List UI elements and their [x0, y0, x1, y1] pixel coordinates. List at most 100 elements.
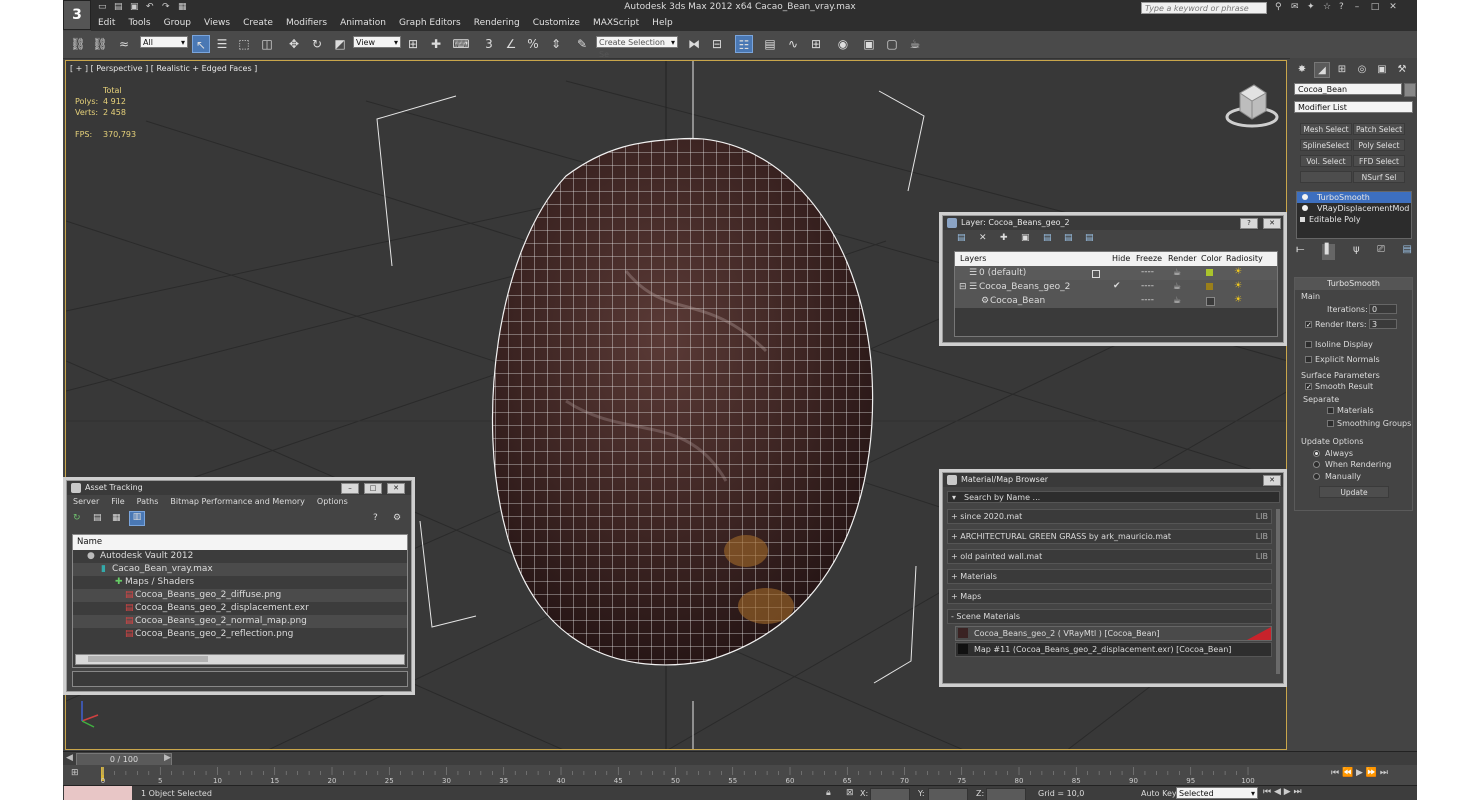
minimize-icon[interactable]: –: [341, 483, 359, 494]
pivot-center-icon[interactable]: ⊞: [404, 35, 422, 53]
pin-stack-icon[interactable]: ⟝: [1296, 244, 1304, 260]
mesh-select-button[interactable]: Mesh Select: [1300, 123, 1352, 135]
snaps-toggle-icon[interactable]: 3: [480, 35, 498, 53]
asset-path-field[interactable]: [72, 671, 408, 687]
asset-horizontal-scrollbar[interactable]: [75, 654, 405, 665]
layer-color-swatch[interactable]: [1206, 283, 1213, 290]
rectangular-selection-icon[interactable]: ⬚: [235, 35, 253, 53]
settings-icon[interactable]: ⚙: [393, 513, 401, 523]
modifier-list-dropdown[interactable]: Modifier List: [1294, 101, 1413, 113]
undo-icon[interactable]: ↶: [146, 2, 156, 12]
manually-radio[interactable]: [1313, 473, 1320, 480]
display-tab-icon[interactable]: ▣: [1374, 62, 1390, 78]
asset-row[interactable]: ▤ Cocoa_Beans_geo_2_normal_map.png: [73, 615, 407, 628]
render-teapot-icon[interactable]: ☕: [1173, 296, 1181, 306]
render-iters-checkbox[interactable]: ✓: [1305, 321, 1312, 329]
curve-editor-icon[interactable]: ∿: [784, 35, 802, 53]
materials-group[interactable]: + Materials: [947, 569, 1272, 584]
schematic-view-icon[interactable]: ⊞: [807, 35, 825, 53]
when-rendering-radio[interactable]: [1313, 461, 1320, 468]
smoothing-groups-checkbox[interactable]: [1327, 420, 1334, 427]
scrollbar-thumb[interactable]: [88, 656, 208, 662]
window-crossing-icon[interactable]: ◫: [258, 35, 276, 53]
move-icon[interactable]: ✥: [285, 35, 303, 53]
delete-layer-icon[interactable]: ✕: [979, 233, 987, 243]
percent-snap-icon[interactable]: %: [524, 35, 542, 53]
asset-row[interactable]: ✚ Maps / Shaders: [73, 576, 407, 589]
scene-map-item[interactable]: Map #11 (Cocoa_Beans_geo_2_displacement.…: [955, 642, 1272, 657]
help-icon[interactable]: ?: [1240, 218, 1258, 229]
object-color-swatch[interactable]: [1404, 83, 1416, 97]
cocoa-bean-mesh[interactable]: [486, 121, 886, 681]
radiosity-icon[interactable]: ☀: [1234, 281, 1242, 291]
playback-controls-icon[interactable]: ⏮ ⏪ ▶ ⏩ ⏭: [1331, 768, 1388, 778]
menu-modifiers[interactable]: Modifiers: [279, 16, 333, 31]
keyboard-shortcut-icon[interactable]: ⌨: [452, 35, 470, 53]
radiosity-icon[interactable]: ☀: [1234, 295, 1242, 305]
list-view-icon[interactable]: ▤: [93, 513, 102, 523]
help-icon[interactable]: ?: [373, 513, 378, 523]
auto-key-button[interactable]: Auto Key: [1141, 789, 1177, 798]
update-button[interactable]: Update: [1319, 486, 1389, 498]
lock-icon[interactable]: 🔒︎: [826, 788, 831, 798]
turbosmooth-rollout-title[interactable]: TurboSmooth: [1295, 278, 1412, 290]
new-file-icon[interactable]: ▭: [98, 2, 108, 12]
selection-filter-dropdown[interactable]: All: [140, 36, 188, 49]
collapse-icon[interactable]: ⊟: [959, 282, 967, 292]
spline-select-button[interactable]: SplineSelect: [1300, 139, 1352, 151]
x-coordinate-field[interactable]: [870, 788, 910, 800]
angle-snap-icon[interactable]: ∠: [502, 35, 520, 53]
radiosity-icon[interactable]: ☀: [1234, 267, 1242, 277]
col-layers[interactable]: Layers: [960, 254, 986, 263]
menu-tools[interactable]: Tools: [121, 16, 156, 31]
utilities-tab-icon[interactable]: ⚒: [1394, 62, 1410, 78]
vol-select-button[interactable]: Vol. Select: [1300, 155, 1352, 167]
col-hide[interactable]: Hide: [1112, 254, 1130, 263]
maps-group[interactable]: + Maps: [947, 589, 1272, 604]
col-radiosity[interactable]: Radiosity: [1226, 254, 1263, 263]
material-library-group[interactable]: + old painted wall.mat LIB: [947, 549, 1272, 564]
light-bulb-icon[interactable]: [1302, 205, 1308, 211]
col-freeze[interactable]: Freeze: [1136, 254, 1162, 263]
viewcube-icon[interactable]: [1224, 79, 1280, 131]
project-folder-icon[interactable]: ▦: [178, 2, 188, 12]
select-in-layer-icon[interactable]: ▣: [1021, 233, 1030, 243]
menu-maxscript[interactable]: MAXScript: [586, 16, 645, 31]
close-icon[interactable]: ✕: [1263, 475, 1281, 486]
freeze-toggle[interactable]: ----: [1141, 295, 1154, 305]
menu-create[interactable]: Create: [236, 16, 279, 31]
stack-item-editable-poly[interactable]: Editable Poly: [1297, 214, 1411, 225]
materials-checkbox[interactable]: [1327, 407, 1334, 414]
stack-item-turbosmooth[interactable]: TurboSmooth: [1297, 192, 1411, 203]
layer-row[interactable]: ☰ 0 (default) ---- ☕ ☀: [955, 266, 1277, 280]
layer-row[interactable]: ⊟ ☰ Cocoa_Beans_geo_2 ✔ ---- ☕ ☀: [955, 280, 1277, 294]
absolute-mode-icon[interactable]: ⊠: [846, 788, 854, 798]
hide-toggle[interactable]: ✔: [1113, 281, 1121, 291]
redo-icon[interactable]: ↷: [162, 2, 172, 12]
menu-customize[interactable]: Customize: [526, 16, 586, 31]
edit-named-selection-icon[interactable]: ✎: [573, 35, 591, 53]
light-bulb-icon[interactable]: [1302, 194, 1308, 200]
communication-icon[interactable]: ✦: [1307, 2, 1318, 13]
z-coordinate-field[interactable]: [986, 788, 1026, 800]
asset-name-column[interactable]: Name: [73, 535, 407, 550]
manipulate-icon[interactable]: ✚: [427, 35, 445, 53]
asset-menu-paths[interactable]: Paths: [131, 495, 165, 509]
open-file-icon[interactable]: ▤: [114, 2, 124, 12]
col-color[interactable]: Color: [1201, 254, 1222, 263]
hierarchy-tab-icon[interactable]: ⊞: [1334, 62, 1350, 78]
asset-row[interactable]: ▤ Cocoa_Beans_geo_2_diffuse.png: [73, 589, 407, 602]
stack-item-vraydisplacement[interactable]: VRayDisplacementMod: [1297, 203, 1411, 214]
next-frame-icon[interactable]: ▶: [164, 753, 171, 763]
bind-spacewarp-icon[interactable]: ≈: [115, 35, 133, 53]
prev-frame-icon[interactable]: ◀: [66, 753, 73, 763]
scale-icon[interactable]: ◩: [331, 35, 349, 53]
y-coordinate-field[interactable]: [928, 788, 968, 800]
scene-materials-group[interactable]: - Scene Materials: [947, 609, 1272, 624]
spinner-snap-icon[interactable]: ⇕: [547, 35, 565, 53]
object-name-field[interactable]: Cocoa_Bean: [1294, 83, 1402, 95]
menu-rendering[interactable]: Rendering: [467, 16, 526, 31]
close-icon[interactable]: ✕: [1386, 2, 1400, 13]
show-end-result-icon[interactable]: ▌: [1321, 244, 1336, 260]
empty-modifier-button[interactable]: [1300, 171, 1352, 183]
